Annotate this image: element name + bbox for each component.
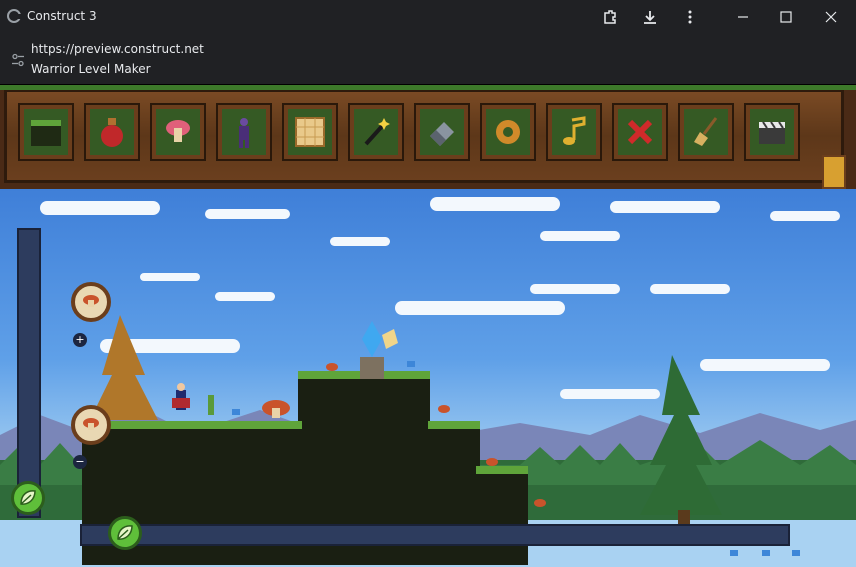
more-options-icon[interactable] [679,6,701,28]
tool-map-button[interactable] [284,105,336,159]
horizontal-scroll-rail[interactable] [80,524,790,546]
vine-decoration [0,85,856,90]
clapperboard-icon [759,121,785,144]
horizontal-slider-leaf-handle-icon[interactable] [108,516,142,550]
zoom-in-plus-icon[interactable]: + [73,333,87,347]
scroll-arrow-icon[interactable] [822,155,846,189]
red-x-icon [627,119,653,145]
url-bar: https://preview.construct.net Warrior Le… [0,34,856,85]
tool-broom-button[interactable] [680,105,732,159]
page-name: Warrior Level Maker [31,62,151,76]
site-settings-icon[interactable] [11,53,25,67]
tool-terrain-button[interactable] [20,105,72,159]
tool-enemy-button[interactable] [218,105,270,159]
game-canvas[interactable]: + − [0,85,856,567]
tool-eraser-button[interactable] [416,105,468,159]
mushroom-icon [166,120,190,142]
tool-mushroom-button[interactable] [152,105,204,159]
tool-delete-button[interactable] [614,105,666,159]
download-icon[interactable] [639,6,661,28]
gear-icon [496,120,520,144]
grass-block-icon [31,120,61,146]
tool-wand-button[interactable] [350,105,402,159]
zoom-in-magnifier-icon[interactable] [71,282,111,322]
broom-icon [694,117,718,146]
parchment-map-icon [295,117,325,147]
zoom-out-magnifier-icon[interactable] [71,405,111,445]
zoom-out-minus-icon[interactable]: − [73,455,87,469]
vertical-zoom-rail[interactable] [17,228,41,518]
tool-palette [0,85,856,189]
close-icon[interactable] [820,6,842,28]
tool-play-button[interactable] [746,105,798,159]
tool-settings-button[interactable] [482,105,534,159]
red-potion-icon [101,118,123,147]
vertical-slider-leaf-handle-icon[interactable] [11,481,45,515]
window-title: Construct 3 [27,9,97,23]
wand-icon [364,118,390,146]
construct-logo-icon [7,9,22,23]
page-url: https://preview.construct.net [31,42,204,56]
extension-icon[interactable] [599,6,621,28]
title-bar: Construct 3 [0,0,856,34]
purple-warrior-icon [239,118,249,148]
music-note-icon [563,116,586,145]
tool-potion-button[interactable] [86,105,138,159]
maximize-icon[interactable] [775,6,797,28]
tool-music-button[interactable] [548,105,600,159]
minimize-icon[interactable] [732,6,754,28]
eraser-icon [430,122,454,146]
